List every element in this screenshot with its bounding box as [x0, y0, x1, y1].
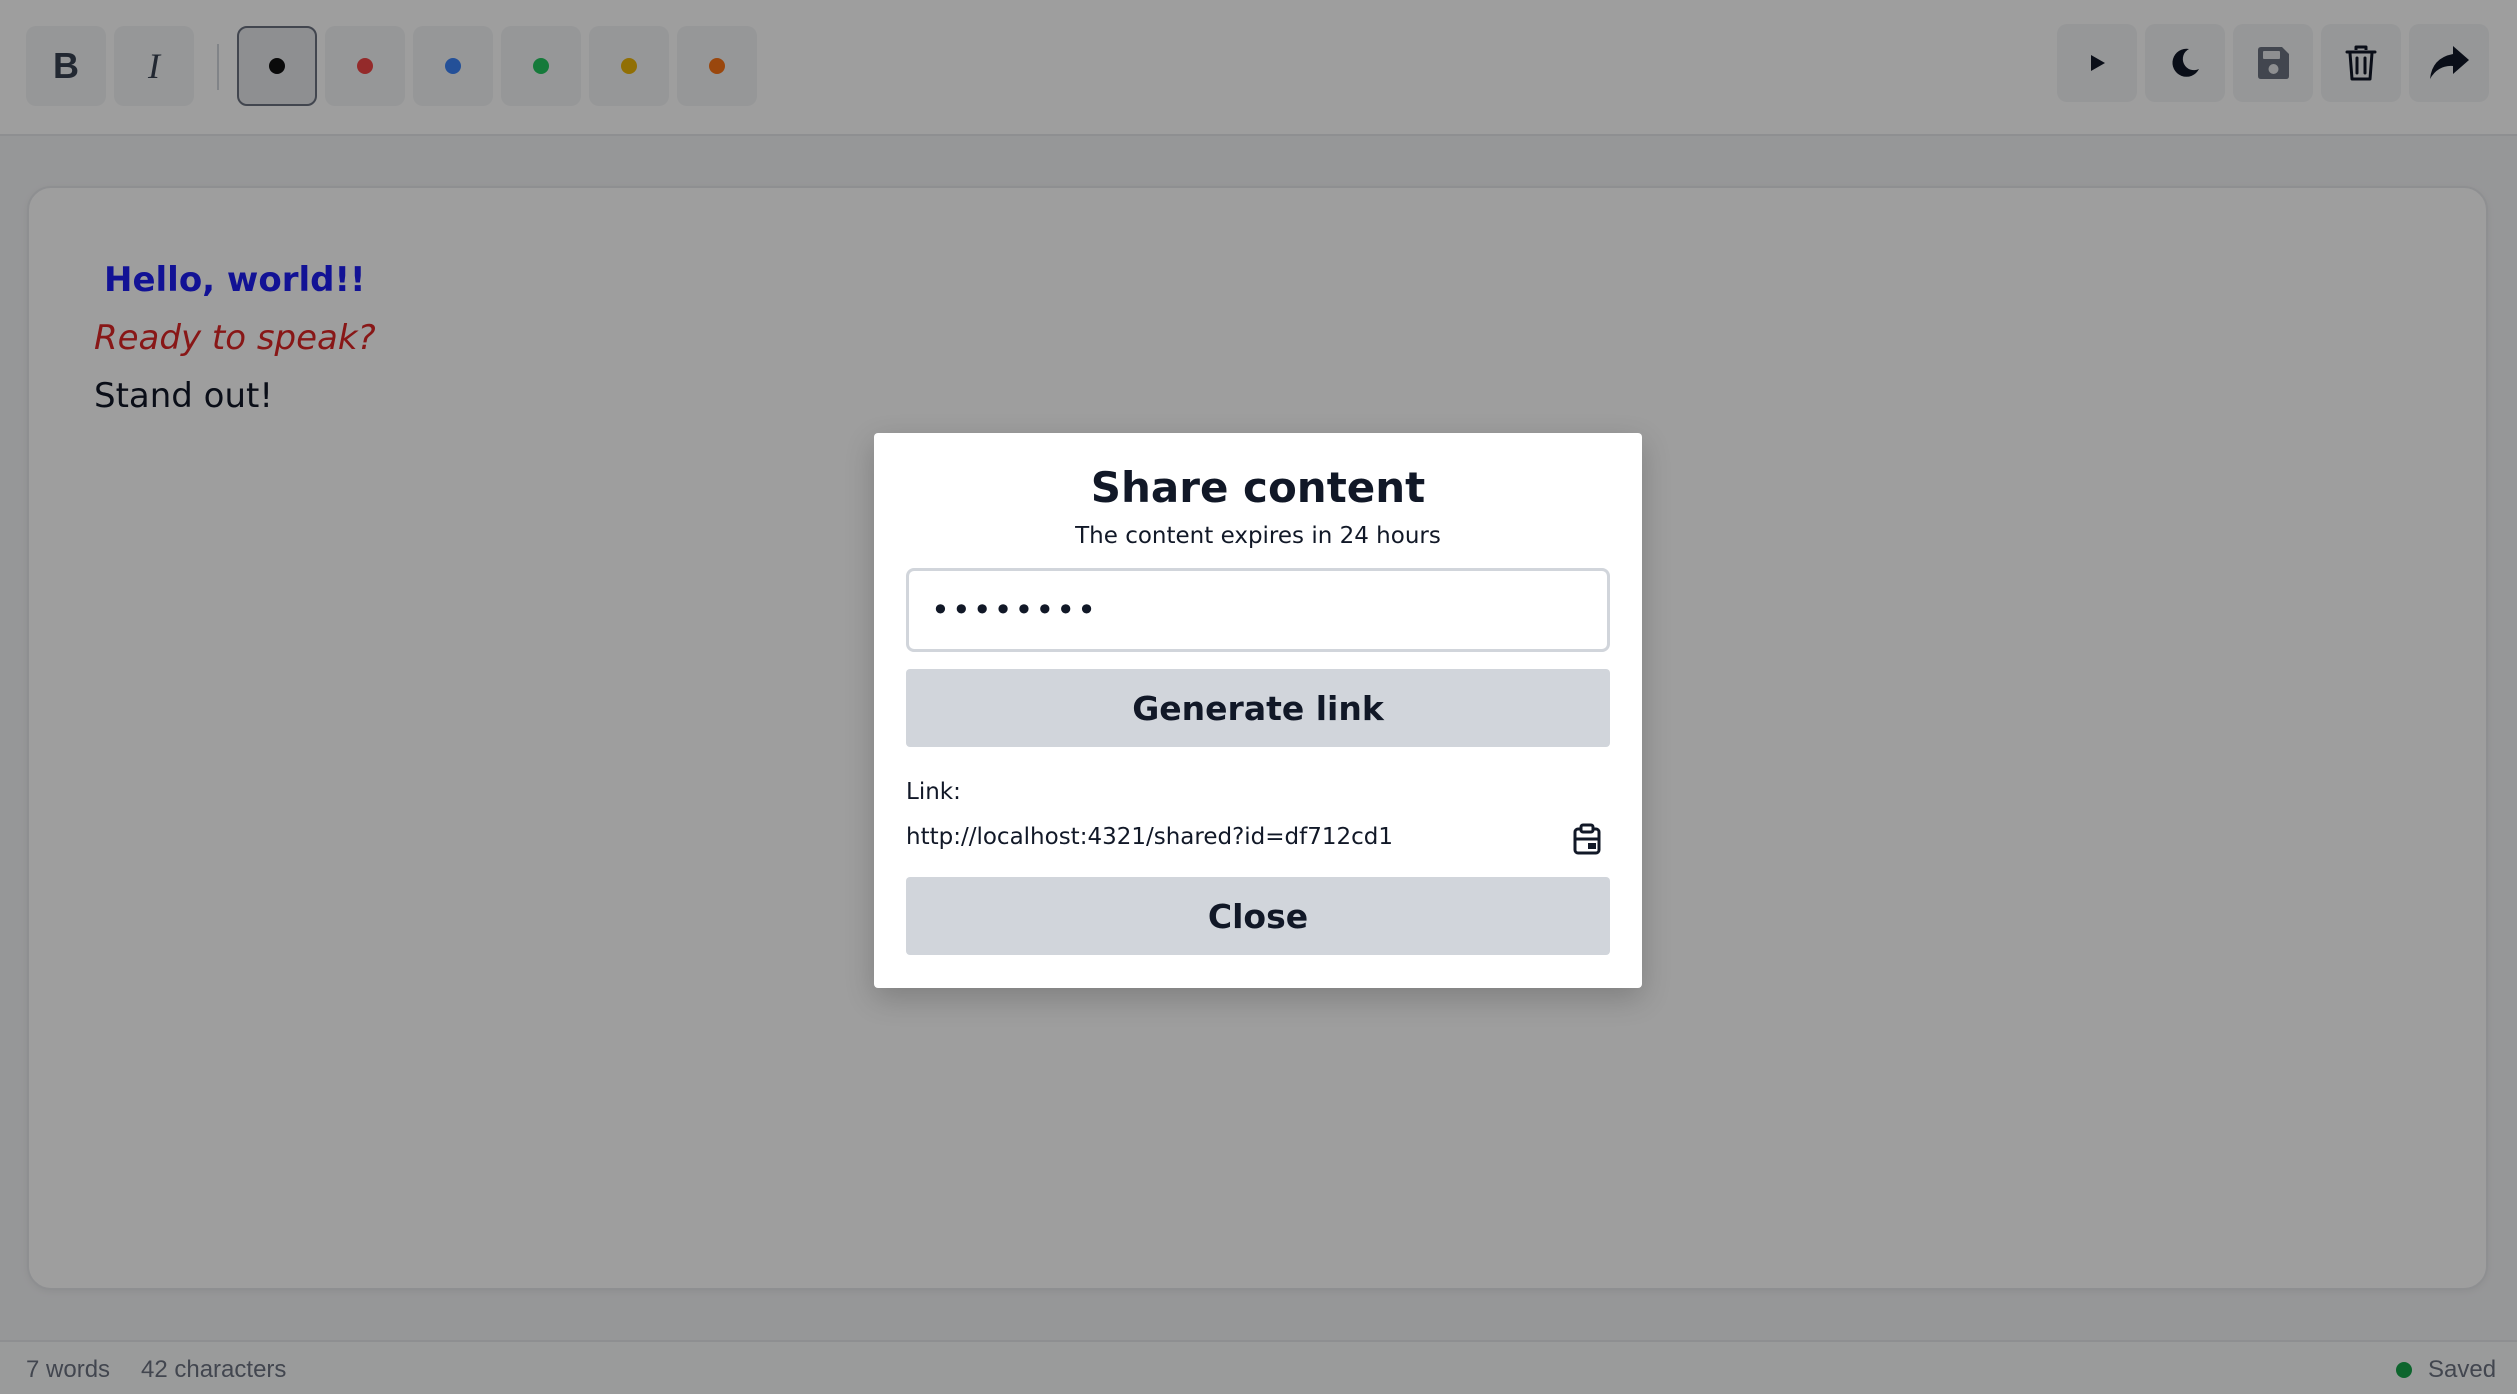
- dialog-title: Share content: [1090, 463, 1426, 512]
- generate-link-button[interactable]: Generate link: [906, 669, 1610, 747]
- share-dialog: Share content The content expires in 24 …: [874, 433, 1642, 988]
- link-label: Link:: [906, 779, 961, 805]
- dialog-subtitle: The content expires in 24 hours: [1075, 523, 1441, 549]
- copy-link-button[interactable]: [1568, 820, 1606, 858]
- share-link-url: http://localhost:4321/shared?id=df712cd1: [906, 824, 1394, 850]
- clipboard-icon: [1573, 823, 1601, 855]
- close-button[interactable]: Close: [906, 877, 1610, 955]
- password-input[interactable]: [906, 568, 1610, 652]
- app-root: B I Hello, world!! Ready to speak? Stand…: [0, 0, 2517, 1394]
